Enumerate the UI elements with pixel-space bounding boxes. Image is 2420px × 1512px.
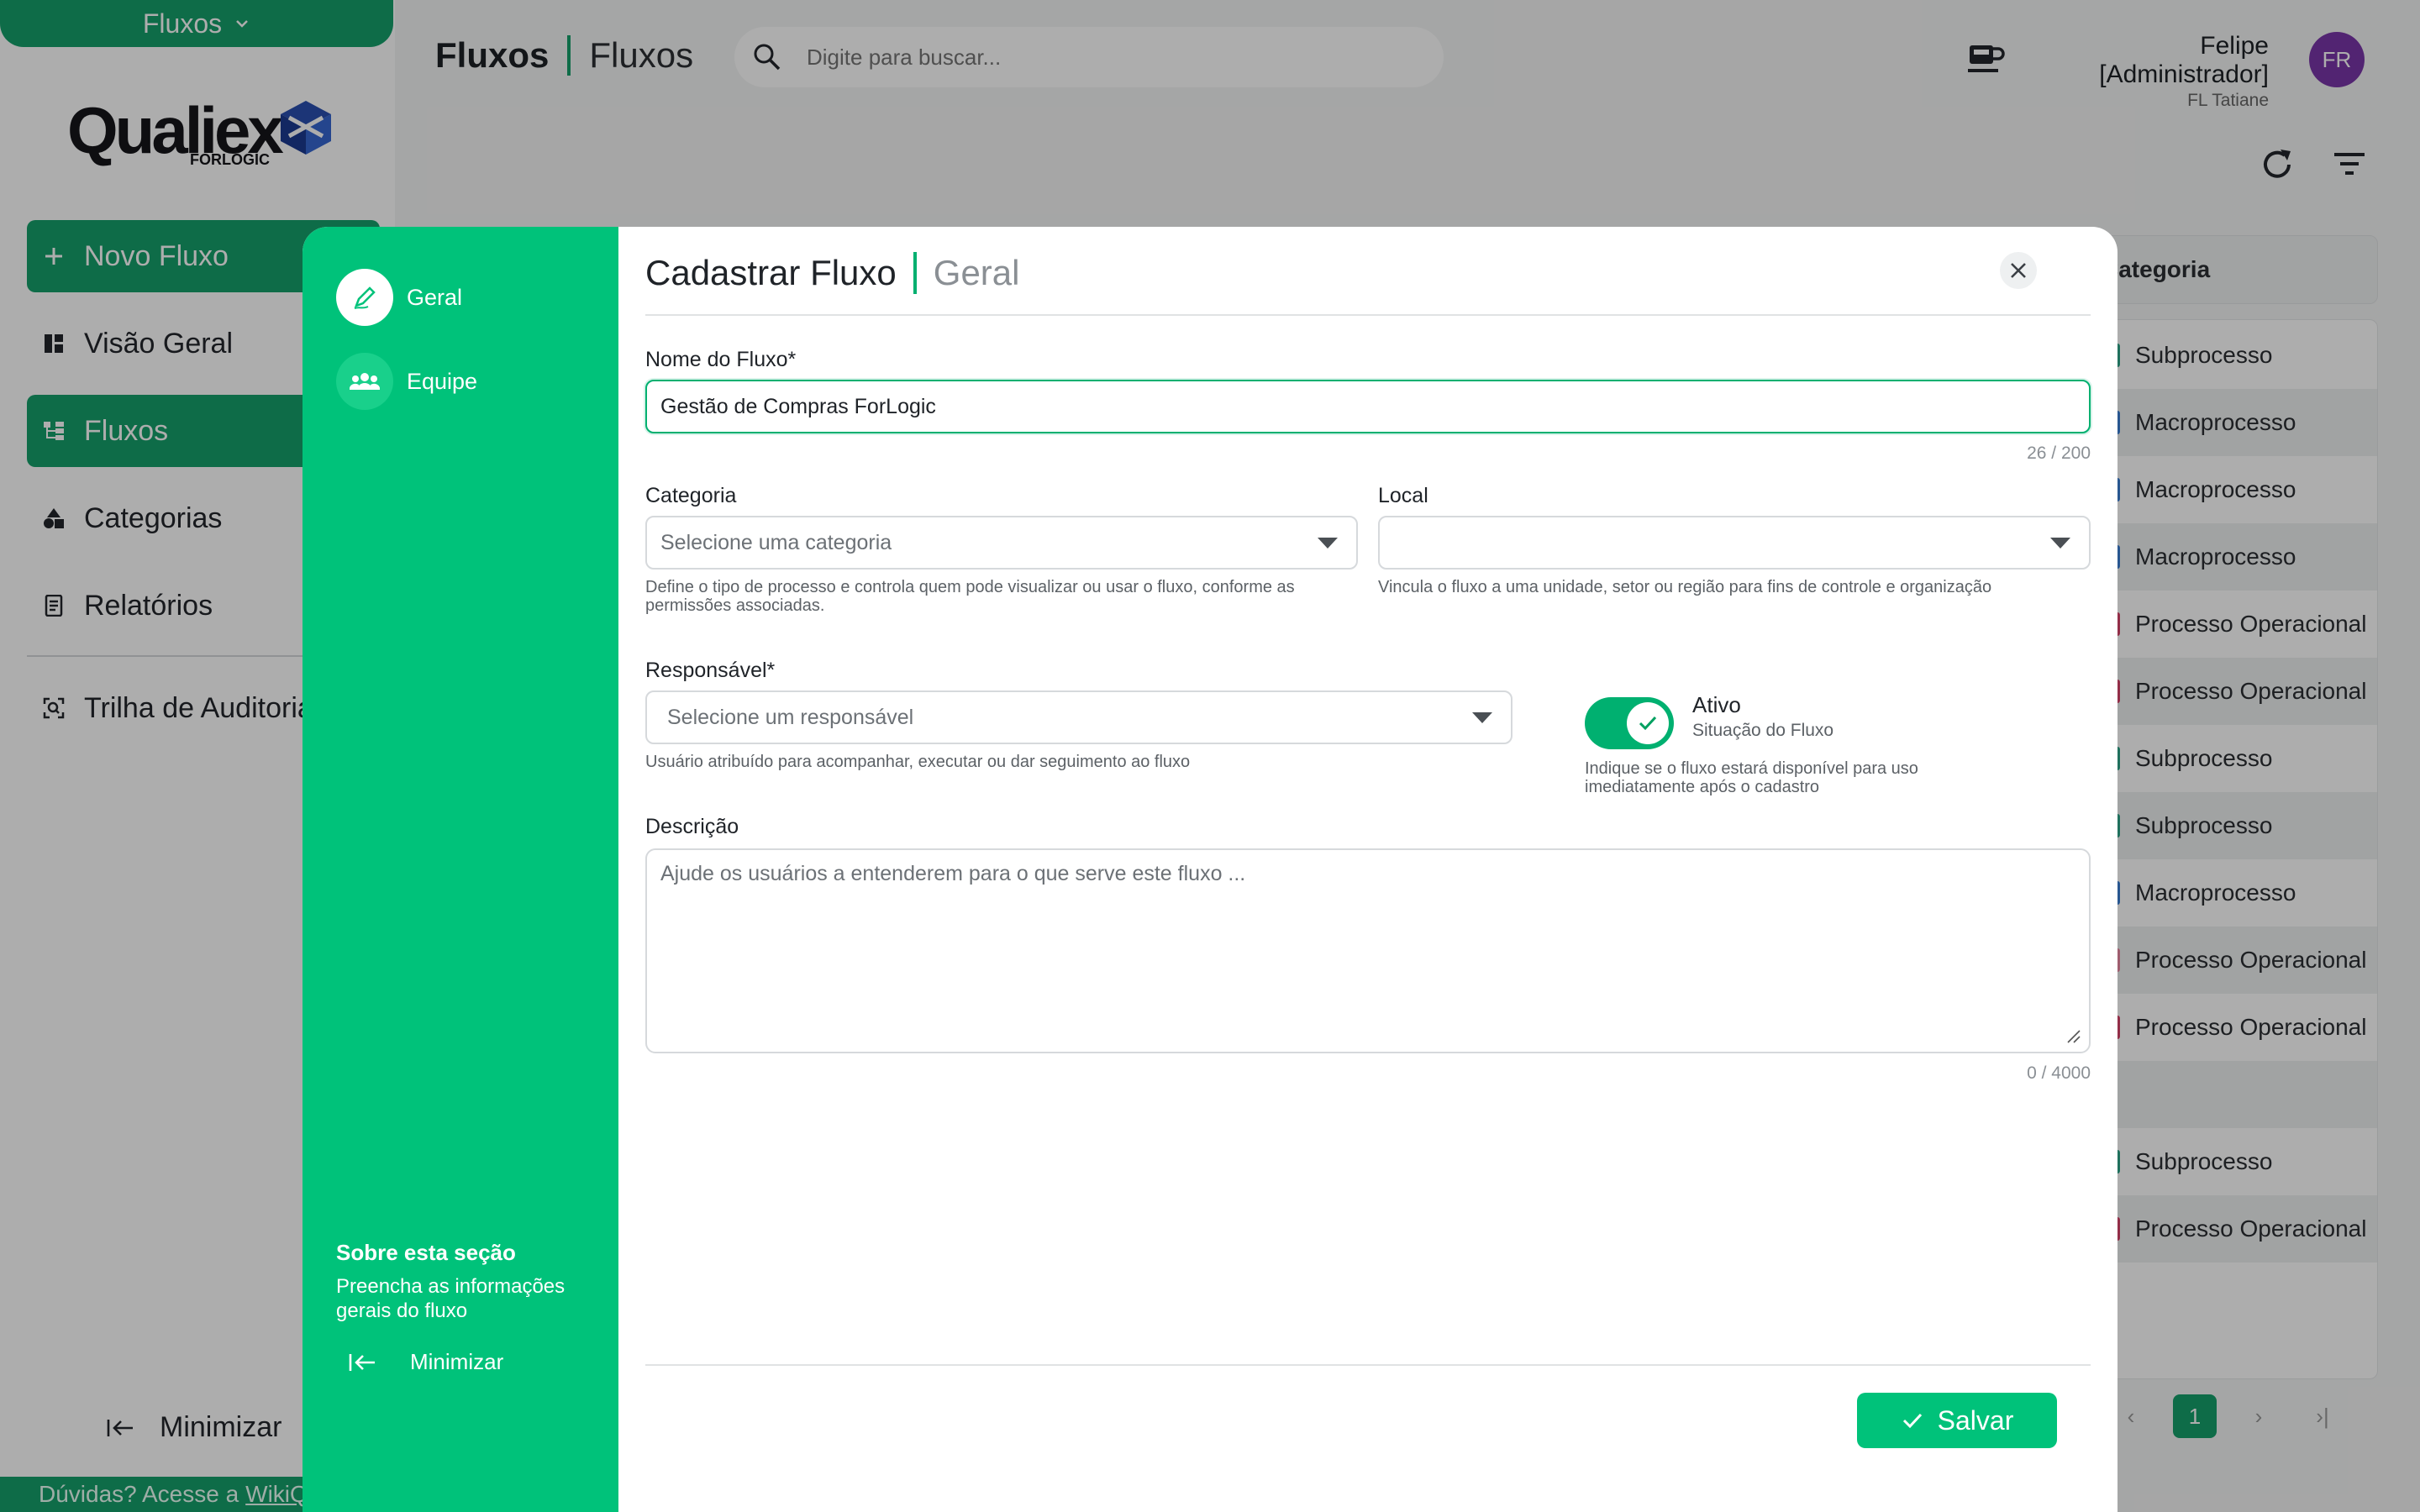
flow-name-label: Nome do Fluxo* bbox=[645, 348, 797, 371]
save-label: Salvar bbox=[1937, 1404, 2014, 1436]
category-select[interactable]: Selecione uma categoria bbox=[645, 516, 1358, 570]
title-divider bbox=[645, 314, 2091, 316]
caret-down-icon bbox=[1472, 712, 1492, 723]
caret-down-icon bbox=[2050, 538, 2070, 549]
step-team[interactable]: Equipe bbox=[336, 353, 477, 410]
active-hint: Indique se o fluxo estará disponível par… bbox=[1585, 759, 1918, 796]
modal-title-text: Cadastrar Fluxo bbox=[645, 253, 897, 292]
description-counter: 0 / 4000 bbox=[2027, 1063, 2091, 1083]
collapse-left-icon bbox=[349, 1353, 375, 1371]
modal-form: Cadastrar Fluxo Geral Nome do Fluxo* Ges… bbox=[645, 227, 2091, 1512]
check-icon bbox=[1627, 702, 1669, 744]
owner-hint: Usuário atribuído para acompanhar, execu… bbox=[645, 753, 1191, 771]
step-label: Geral bbox=[407, 284, 463, 310]
owner-label: Responsável* bbox=[645, 659, 776, 682]
team-icon bbox=[336, 353, 393, 410]
category-placeholder: Selecione uma categoria bbox=[660, 530, 892, 554]
category-hint: Define o tipo de processo e controla que… bbox=[645, 578, 1295, 615]
owner-placeholder: Selecione um responsável bbox=[667, 705, 914, 729]
active-label: Ativo bbox=[1692, 692, 1741, 717]
step-general[interactable]: Geral bbox=[336, 269, 462, 326]
create-flow-modal: Geral Equipe Sobre esta seção Preencha a… bbox=[302, 227, 2118, 1512]
close-icon bbox=[2011, 263, 2026, 278]
category-label: Categoria bbox=[645, 484, 737, 507]
active-toggle[interactable] bbox=[1585, 697, 1674, 749]
resize-handle-icon[interactable] bbox=[2065, 1028, 2081, 1043]
description-textarea[interactable]: Ajude os usuários a entenderem para o qu… bbox=[645, 848, 2091, 1053]
check-icon bbox=[1902, 1413, 1922, 1429]
description-placeholder: Ajude os usuários a entenderem para o qu… bbox=[660, 862, 1246, 885]
location-hint: Vincula o fluxo a uma unidade, setor ou … bbox=[1378, 578, 1992, 596]
close-button[interactable] bbox=[2000, 252, 2037, 289]
section-about-text: Preencha as informações gerais do fluxo bbox=[336, 1275, 566, 1322]
save-button[interactable]: Salvar bbox=[1857, 1393, 2057, 1448]
modal-steps-panel: Geral Equipe Sobre esta seção Preencha a… bbox=[302, 227, 618, 1512]
owner-select[interactable]: Selecione um responsável bbox=[645, 690, 1512, 744]
modal-minimize-button[interactable]: Minimizar bbox=[348, 1349, 503, 1375]
flow-name-value: Gestão de Compras ForLogic bbox=[660, 394, 936, 418]
modal-title: Cadastrar Fluxo Geral bbox=[645, 252, 1019, 294]
modal-minimize-label: Minimizar bbox=[410, 1349, 504, 1374]
step-label: Equipe bbox=[407, 368, 478, 394]
location-select[interactable] bbox=[1378, 516, 2091, 570]
section-about: Sobre esta seção Preencha as informações… bbox=[336, 1240, 597, 1323]
footer-divider bbox=[645, 1364, 2091, 1366]
active-sublabel: Situação do Fluxo bbox=[1692, 721, 1834, 740]
location-label: Local bbox=[1378, 484, 1428, 507]
modal-subtitle-text: Geral bbox=[933, 253, 1020, 292]
title-separator bbox=[913, 252, 917, 294]
section-about-title: Sobre esta seção bbox=[336, 1240, 516, 1265]
description-label: Descrição bbox=[645, 815, 739, 838]
flow-name-counter: 26 / 200 bbox=[2027, 444, 2091, 463]
caret-down-icon bbox=[1318, 538, 1338, 549]
flow-name-input[interactable]: Gestão de Compras ForLogic bbox=[645, 380, 2091, 433]
pencil-icon bbox=[336, 269, 393, 326]
